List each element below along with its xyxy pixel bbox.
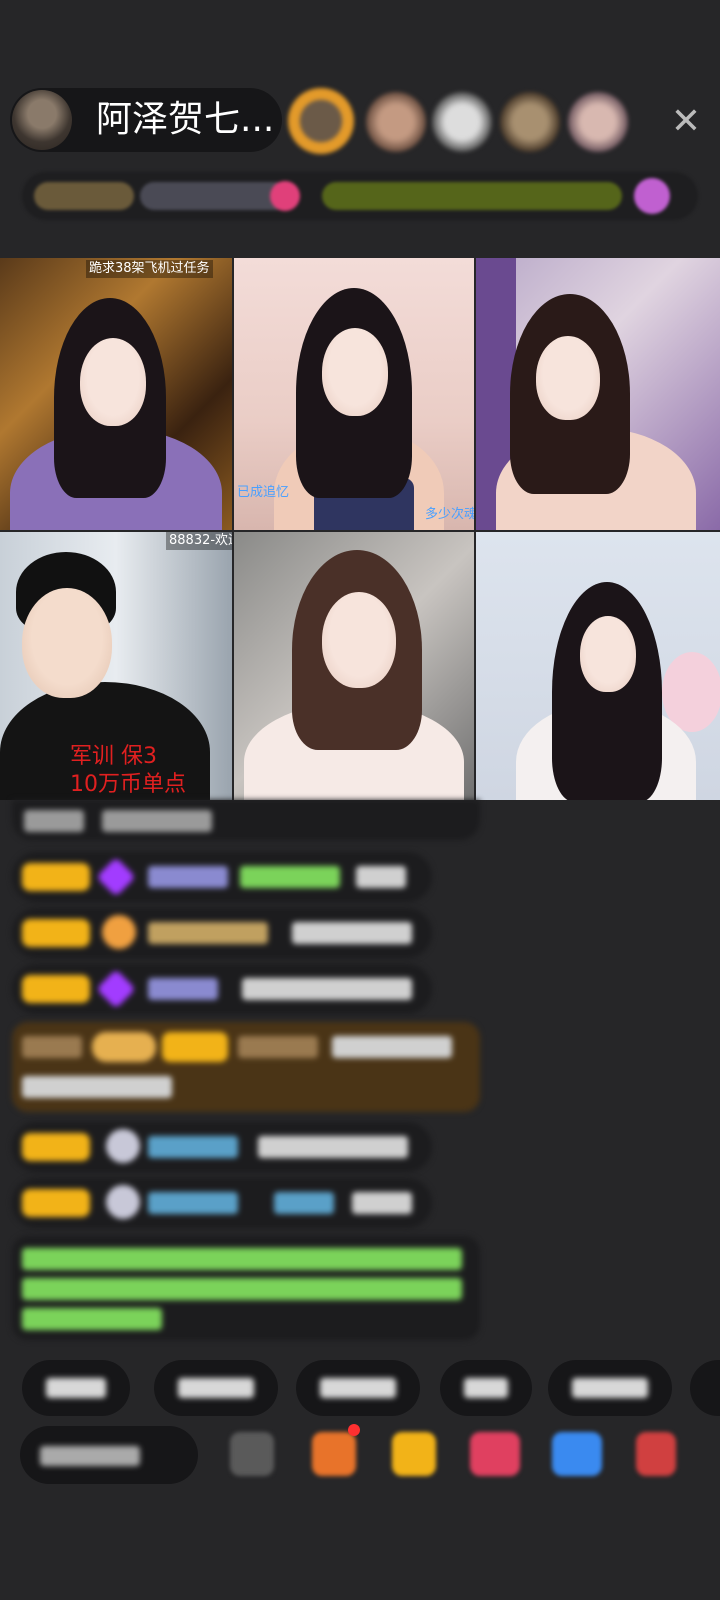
chat-message-2[interactable] bbox=[12, 852, 432, 902]
video-tile-3[interactable] bbox=[476, 258, 720, 530]
chat-message-1[interactable] bbox=[12, 800, 480, 840]
top-viewer-avatar-3[interactable] bbox=[432, 92, 492, 152]
quick-reply-6[interactable] bbox=[690, 1360, 720, 1416]
tile-caption: 88832-欢迎 bbox=[166, 532, 232, 550]
tile-red-text-1: 军训 保3 bbox=[70, 744, 157, 769]
game-icon[interactable] bbox=[552, 1432, 602, 1476]
tile-caption-right: 多少次魂 bbox=[425, 507, 474, 522]
chat-message-4[interactable] bbox=[12, 964, 432, 1014]
video-tile-2[interactable]: 已成追忆 多少次魂 bbox=[234, 258, 474, 530]
quick-reply-5[interactable] bbox=[548, 1360, 672, 1416]
quick-reply-3[interactable] bbox=[296, 1360, 420, 1416]
host-profile-pill[interactable]: 阿泽贺七... bbox=[10, 88, 282, 152]
chat-system-notice bbox=[12, 1236, 480, 1340]
quick-reply-4[interactable] bbox=[440, 1360, 532, 1416]
emoji-icon[interactable] bbox=[230, 1432, 274, 1476]
treasure-icon[interactable] bbox=[392, 1432, 436, 1476]
chat-message-6[interactable] bbox=[12, 1122, 432, 1172]
video-tile-4[interactable]: 88832-欢迎 军训 保3 10万币单点 bbox=[0, 532, 232, 800]
host-avatar[interactable] bbox=[12, 90, 72, 150]
top-viewer-avatar-1[interactable] bbox=[288, 88, 354, 154]
quick-reply-2[interactable] bbox=[154, 1360, 278, 1416]
tile-caption-left: 已成追忆 bbox=[237, 485, 290, 500]
chat-message-3[interactable] bbox=[12, 908, 432, 958]
chat-message-7[interactable] bbox=[12, 1178, 432, 1228]
close-icon[interactable]: ✕ bbox=[664, 100, 708, 144]
room-info-bar[interactable] bbox=[22, 172, 698, 220]
tile-caption: 跪求38架飞机过任务 bbox=[86, 260, 213, 278]
pk-icon[interactable] bbox=[470, 1432, 520, 1476]
quick-reply-1[interactable] bbox=[22, 1360, 130, 1416]
tile-red-text-2: 10万币单点 bbox=[70, 772, 186, 797]
host-name: 阿泽贺七... bbox=[96, 99, 275, 140]
video-tile-5[interactable] bbox=[234, 532, 474, 800]
notification-dot bbox=[348, 1424, 360, 1436]
video-tile-1[interactable]: 跪求38架飞机过任务 bbox=[0, 258, 232, 530]
video-tile-6[interactable] bbox=[476, 532, 720, 800]
chat-message-5[interactable] bbox=[12, 1022, 480, 1112]
top-viewer-avatar-2[interactable] bbox=[366, 92, 426, 152]
gift-box-icon[interactable] bbox=[312, 1432, 356, 1476]
top-viewer-avatar-5[interactable] bbox=[568, 92, 628, 152]
more-icon[interactable] bbox=[636, 1432, 676, 1476]
top-viewer-avatar-4[interactable] bbox=[500, 92, 560, 152]
chat-input[interactable] bbox=[20, 1426, 198, 1484]
